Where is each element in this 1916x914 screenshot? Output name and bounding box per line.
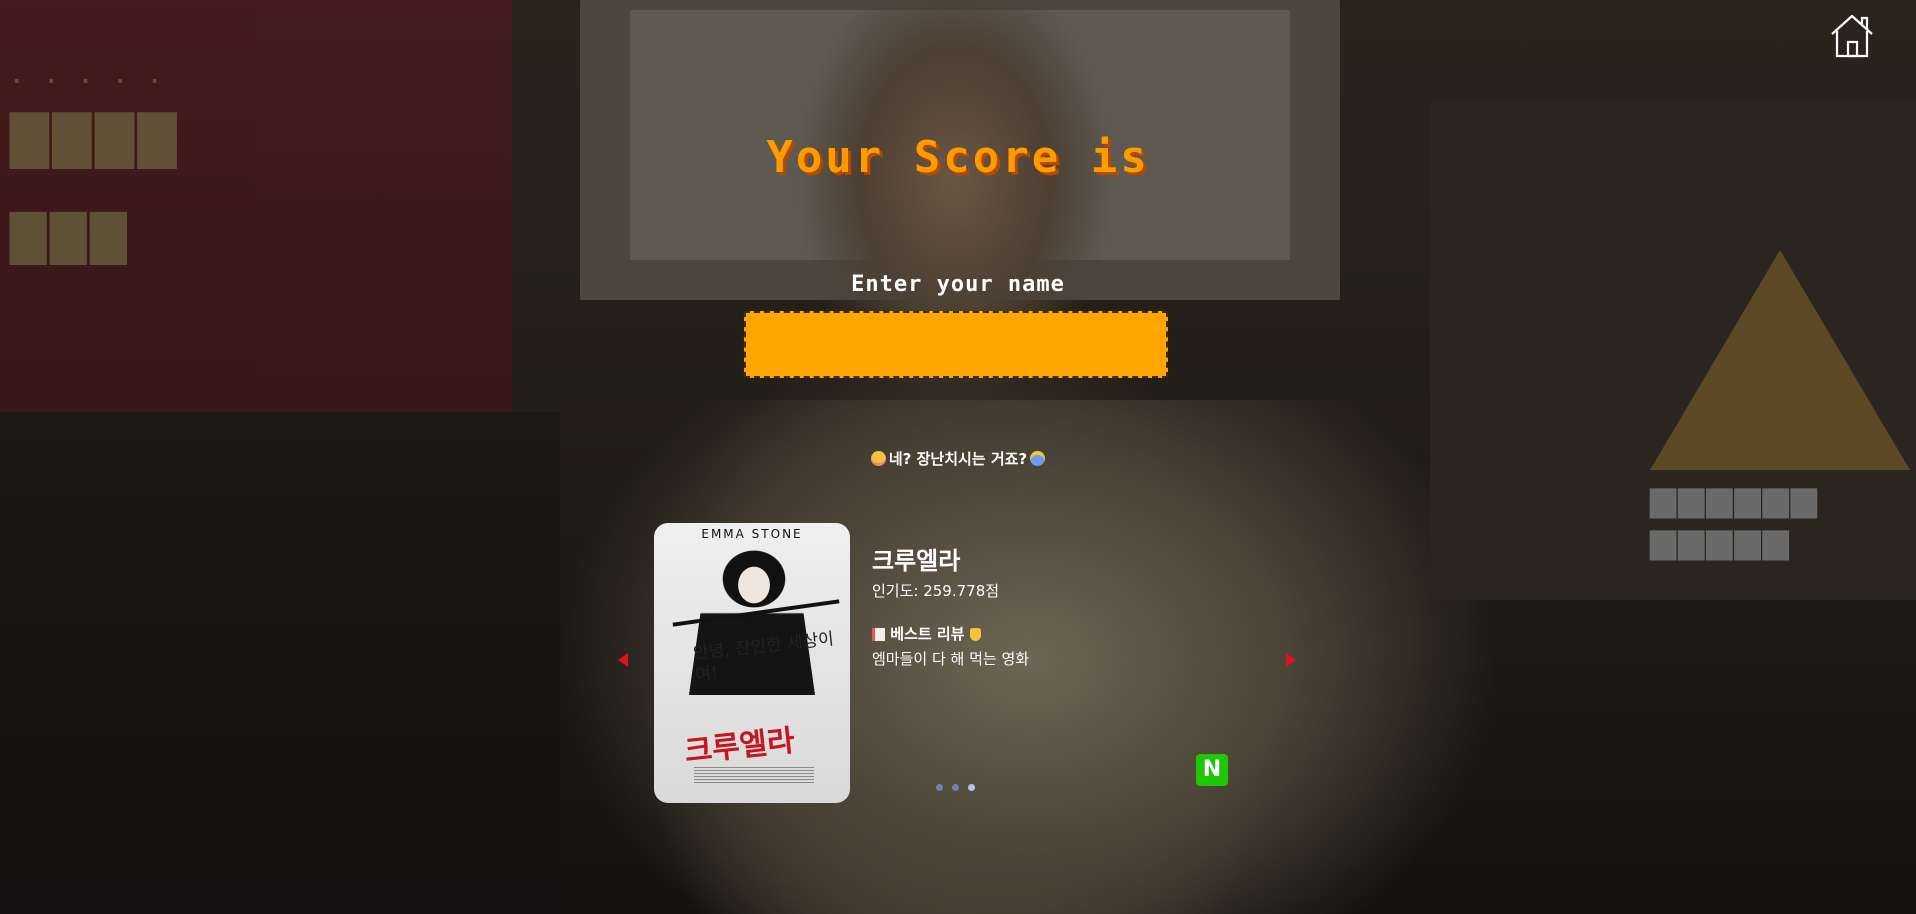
poster-actor: EMMA STONE [701, 527, 803, 541]
score-title: Your Score is [766, 132, 1150, 183]
carousel-dot[interactable] [952, 784, 959, 791]
best-review-text: 엠마들이 다 해 먹는 영화 [872, 650, 1030, 668]
background-dark-area [0, 412, 560, 914]
score-screen: · · · · · ▆▆▆▆ ▆▆▆ ▆▆▆▆▆▆ ▆▆▆▆▆ Your Scor… [0, 0, 1916, 914]
naver-link-button[interactable]: N [1196, 754, 1228, 786]
home-button[interactable] [1828, 12, 1876, 60]
movie-popularity: 인기도: 259.778점 [872, 582, 1000, 600]
movie-card: EMMA STONE 안녕, 잔인한 세상이여! 크루엘라 크루엘라 인기도: … [654, 523, 1229, 803]
poster-credits [694, 767, 814, 785]
background-poster: · · · · · ▆▆▆▆ ▆▆▆ [0, 0, 512, 412]
best-review-heading: 베스트 리뷰 [872, 623, 981, 644]
carousel-prev-arrow[interactable] [618, 653, 628, 667]
movie-poster[interactable]: EMMA STONE 안녕, 잔인한 세상이여! 크루엘라 [654, 523, 850, 803]
home-icon [1831, 14, 1873, 58]
carousel-next-arrow[interactable] [1286, 653, 1296, 667]
thumbs-up-icon [969, 628, 981, 641]
screaming-face-icon [1030, 451, 1046, 466]
flushed-face-icon [870, 451, 886, 466]
background-zelda-sign: ▆▆▆▆▆▆ ▆▆▆▆▆ [1650, 479, 1819, 561]
warning-message: 네? 장난치시는 거죠? [0, 448, 1916, 469]
best-review-label: 베스트 리뷰 [890, 625, 965, 643]
movie-title: 크루엘라 [872, 547, 961, 575]
name-label: Enter your name [851, 272, 1065, 297]
memo-icon [872, 628, 885, 641]
poster-logo: 크루엘라 [682, 723, 797, 770]
carousel-dot[interactable] [936, 784, 943, 791]
name-input[interactable] [744, 311, 1168, 378]
carousel-dot-active[interactable] [968, 784, 975, 791]
warning-text: 네? 장난치시는 거죠? [888, 450, 1028, 468]
